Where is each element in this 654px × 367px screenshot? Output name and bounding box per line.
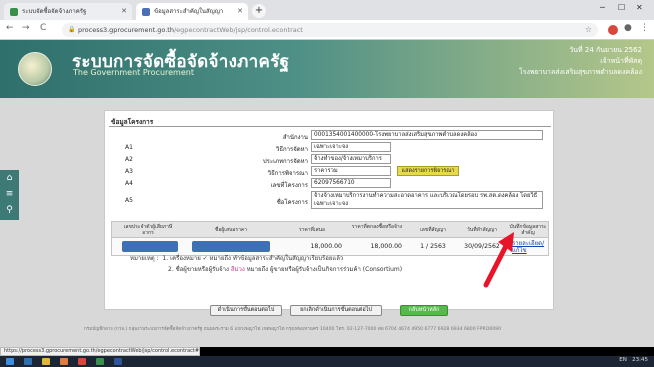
page-favicon-icon	[142, 7, 150, 16]
header-user[interactable]: เจ้าหน้าที่พัสดุ	[600, 56, 642, 67]
field-value: ราคารวม	[311, 166, 391, 176]
note-line-1: หมายเหตุ : 1. เครื่องหมาย ✓ หมายถึง ทำข้…	[130, 253, 343, 263]
field-consideration-method: A3 วิธีการพิจารณา ราคารวม แสดงรายการพิจา…	[105, 166, 555, 177]
maximize-icon[interactable]: ☐	[618, 3, 625, 12]
chrome-icon[interactable]	[96, 358, 104, 365]
note-prefix: หมายเหตุ :	[130, 255, 159, 262]
field-label: ประเภทการจัดหา	[262, 158, 308, 165]
close-window-icon[interactable]: ✕	[636, 3, 643, 12]
home-icon[interactable]: ⌂	[0, 170, 19, 186]
media-icon[interactable]	[60, 358, 68, 365]
header-date: วันที่ 24 กันยายน 2562	[569, 46, 642, 54]
field-code: A2	[125, 156, 133, 163]
bookmark-star-icon[interactable]: ☆	[585, 23, 592, 37]
search-icon[interactable]: ⚲	[0, 202, 19, 218]
field-procurement-type: A2 ประเภทการจัดหา จ้างทำของ/จ้างเหมาบริก…	[105, 154, 555, 165]
header-organization: โรงพยาบาลส่งเสริมสุขภาพตำบลดงคล้อง	[519, 68, 642, 76]
government-logo	[18, 52, 52, 86]
cancel-next-step-button[interactable]: ยกเลิกดำเนินการขั้นตอนต่อไป	[290, 305, 382, 316]
field-code: A3	[125, 168, 133, 175]
site-favicon-icon	[10, 7, 18, 16]
agreed-price: 18,000.00	[370, 243, 403, 250]
forward-button[interactable]: →	[22, 23, 30, 33]
windows-taskbar: EN 23:45	[0, 356, 654, 367]
browser-tab-active[interactable]: ข้อมูลสาระสำคัญในสัญญา ✕	[136, 3, 248, 20]
note-text: 2. ชื่อผู้ขายหรือผู้รับจ้าง	[168, 266, 229, 273]
column-header: ชื่อผู้เสนอราคา	[214, 227, 248, 233]
field-office: สำนักงาน 0001354001400000-โรงพยาบาลส่งเส…	[105, 130, 555, 141]
side-navigation: ⌂ ≡ ⚲	[0, 170, 19, 220]
red-arrow-annotation	[483, 232, 514, 288]
column-header: ราคาที่เสนอ	[298, 227, 326, 233]
field-value: เฉพาะเจาะจง	[311, 142, 391, 152]
field-project-name: A5 ชื่อโครงการ จ้างจ้างเหมาบริการงานทำคว…	[105, 191, 555, 211]
menu-icon[interactable]: ≡	[0, 186, 19, 202]
profile-icon[interactable]: ●	[624, 23, 632, 33]
start-icon[interactable]	[6, 358, 14, 365]
close-tab-icon[interactable]: ✕	[121, 3, 127, 20]
word-icon[interactable]	[114, 358, 122, 365]
lock-icon: 🔒	[68, 26, 76, 33]
site-footer: กรมบัญชีกลาง (กวจ.) กลุ่มงานระบบการจัดซื…	[84, 327, 502, 332]
site-header: ระบบการจัดซื้อจัดจ้างภาครัฐ The Governme…	[0, 40, 654, 98]
browser-toolbar: ← → C 🔒 process3.gprocurement.go.th/egpe…	[0, 20, 654, 40]
offered-price: 18,000.00	[310, 243, 343, 250]
column-header: ราคาที่ตกลงซื้อหรือจ้าง	[351, 224, 403, 230]
field-label: เลขที่โครงการ	[270, 182, 308, 189]
note-text: 1. เครื่องหมาย ✓ หมายถึง ทำข้อมูลสาระสำค…	[162, 255, 344, 262]
address-bar[interactable]: 🔒 process3.gprocurement.go.th/egpecontra…	[62, 23, 598, 37]
field-code: A1	[125, 144, 133, 151]
field-procurement-method: A1 วิธีการจัดหา เฉพาะเจาะจง	[105, 142, 555, 153]
column-header: เลขประจำตัวผู้เสียภาษีอากร	[123, 224, 173, 236]
app-icon[interactable]	[78, 358, 86, 365]
back-home-button[interactable]: กลับหน้าหลัก	[400, 305, 448, 316]
note-highlight: สีม่วง	[230, 266, 245, 273]
note-text: หมายถึง ผู้ขายหรือผู้รับจ้างเป็นกิจการร่…	[246, 266, 403, 273]
column-header: เลขที่สัญญา	[420, 227, 446, 233]
redacted-bidder-name	[192, 241, 270, 252]
close-tab-icon[interactable]: ✕	[237, 3, 243, 20]
tab-title: ข้อมูลสาระสำคัญในสัญญา	[154, 8, 224, 15]
minimize-icon[interactable]: ─	[600, 3, 605, 12]
contract-number: 1 / 2563	[420, 243, 446, 250]
clock: 23:45	[632, 357, 648, 363]
note-line-2: 2. ชื่อผู้ขายหรือผู้รับจ้าง สีม่วง หมายถ…	[168, 264, 402, 274]
url-host: process3.gprocurement.go.th	[78, 26, 174, 34]
language-indicator[interactable]: EN	[619, 357, 627, 363]
next-step-button[interactable]: ดำเนินการขั้นตอนต่อไป	[210, 305, 282, 316]
field-value: จ้างทำของ/จ้างเหมาบริการ	[311, 154, 391, 164]
field-label: ชื่อโครงการ	[276, 199, 308, 206]
field-label: วิธีการพิจารณา	[267, 170, 308, 177]
redacted-tax-id	[122, 241, 178, 252]
web-page: ระบบการจัดซื้อจัดจ้างภาครัฐ The Governme…	[0, 40, 654, 347]
back-button[interactable]: ←	[6, 23, 14, 33]
field-label: วิธีการจัดหา	[276, 146, 308, 153]
field-code: A5	[125, 197, 133, 204]
field-project-number: A4 เลขที่โครงการ 62097566710	[105, 178, 555, 189]
system-tray: EN 23:45	[619, 357, 648, 363]
link-status-bar: https://process3.gprocurement.go.th/egpe…	[0, 347, 200, 356]
field-label: สำนักงาน	[282, 134, 308, 141]
field-value: 0001354001400000-โรงพยาบาลส่งเสริมสุขภาพ…	[311, 130, 543, 140]
tab-title: ระบบจัดซื้อจัดจ้างภาครัฐ	[22, 8, 87, 15]
site-subtitle: The Government Procurement	[73, 68, 194, 77]
browser-tab[interactable]: ระบบจัดซื้อจัดจ้างภาครัฐ ✕	[4, 3, 132, 20]
field-value: 62097566710	[311, 178, 391, 188]
browser-menu-icon[interactable]: ⋮	[640, 23, 649, 33]
ie-icon[interactable]	[24, 358, 32, 365]
reload-button[interactable]: C	[40, 23, 46, 33]
field-value: จ้างจ้างเหมาบริการงานทำความสะอาดอาคาร แล…	[311, 191, 543, 209]
field-code: A4	[125, 180, 133, 187]
new-tab-button[interactable]: +	[252, 4, 266, 18]
folder-icon[interactable]	[42, 358, 50, 365]
show-consideration-button[interactable]: แสดงรายการพิจารณา	[397, 166, 459, 176]
section-divider	[109, 126, 551, 127]
url-path: /egpecontractWeb/jsp/control.econtract	[173, 26, 303, 34]
browser-tab-strip: ระบบจัดซื้อจัดจ้างภาครัฐ ✕ ข้อมูลสาระสำค…	[0, 0, 654, 20]
extension-icon[interactable]	[608, 25, 618, 35]
